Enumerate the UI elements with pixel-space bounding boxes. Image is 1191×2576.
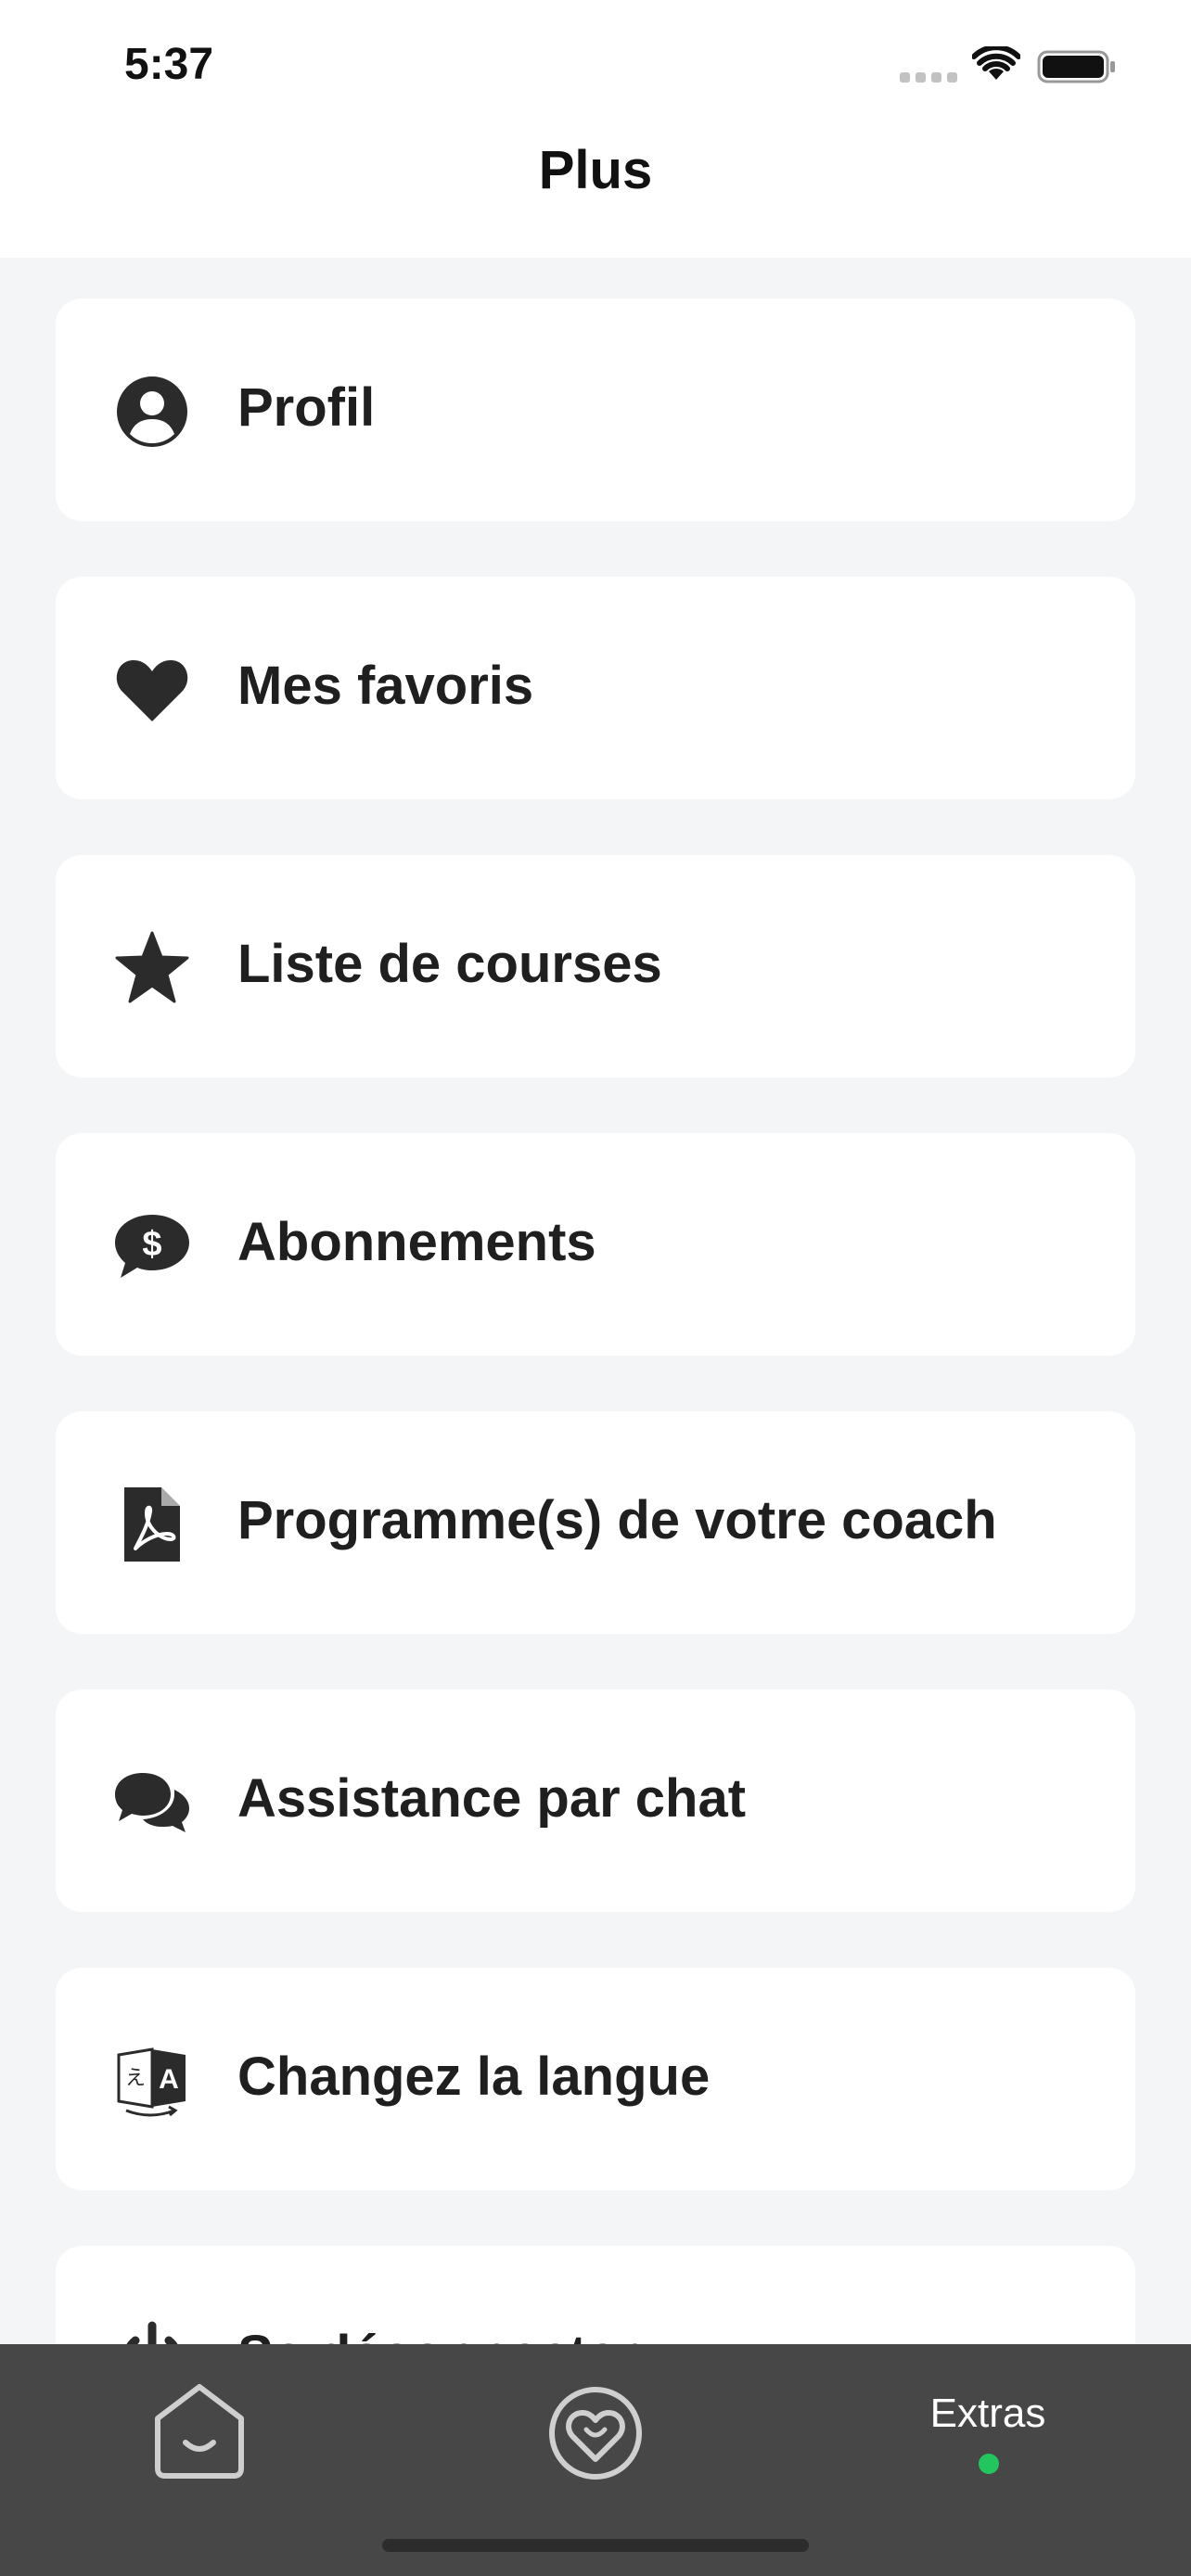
cellular-signal-icon — [900, 72, 957, 83]
menu-item-label: Programme(s) de votre coach — [237, 1490, 997, 1550]
menu-item-change-language[interactable]: え A Changez la langue — [56, 1968, 1135, 2190]
home-indicator[interactable] — [382, 2539, 809, 2552]
wifi-icon — [972, 46, 1020, 80]
tab-wellness[interactable] — [538, 2344, 653, 2511]
battery-icon — [1037, 50, 1115, 83]
menu-item-label: Changez la langue — [237, 2047, 711, 2107]
heart-icon — [113, 651, 191, 729]
menu-item-coach-programs[interactable]: Programme(s) de votre coach — [56, 1411, 1135, 1634]
menu-item-label: Profil — [237, 377, 376, 438]
translate-icon: え A — [113, 2042, 191, 2120]
menu-item-label: Liste de courses — [237, 934, 662, 994]
heart-badge-icon — [549, 2387, 642, 2480]
star-icon — [113, 929, 191, 1007]
menu-list: Profil Mes favoris Liste de courses $ Ab… — [56, 299, 1135, 2524]
menu-item-shopping-list[interactable]: Liste de courses — [56, 855, 1135, 1078]
svg-text:え: え — [125, 2067, 146, 2090]
profile-icon — [113, 373, 191, 451]
menu-item-profile[interactable]: Profil — [56, 299, 1135, 521]
tab-label: Extras — [929, 2391, 1046, 2436]
menu-item-label: Mes favoris — [237, 656, 534, 716]
menu-item-chat-support[interactable]: Assistance par chat — [56, 1690, 1135, 1912]
active-tab-indicator — [979, 2454, 999, 2474]
home-icon — [155, 2384, 244, 2479]
pdf-file-icon — [113, 1486, 191, 1563]
tab-extras[interactable]: Extras — [890, 2344, 1085, 2511]
tab-home[interactable] — [139, 2344, 260, 2511]
menu-item-favorites[interactable]: Mes favoris — [56, 577, 1135, 799]
svg-text:A: A — [159, 2064, 179, 2095]
svg-text:$: $ — [142, 1225, 161, 1264]
chat-bubbles-icon — [113, 1764, 191, 1842]
menu-item-subscriptions[interactable]: $ Abonnements — [56, 1133, 1135, 1356]
status-time: 5:37 — [124, 40, 214, 89]
dollar-chat-icon: $ — [113, 1207, 191, 1285]
page-title: Plus — [538, 140, 653, 200]
status-bar: 5:37 — [0, 0, 1191, 139]
menu-item-label: Assistance par chat — [237, 1768, 747, 1829]
menu-item-label: Abonnements — [237, 1212, 596, 1272]
